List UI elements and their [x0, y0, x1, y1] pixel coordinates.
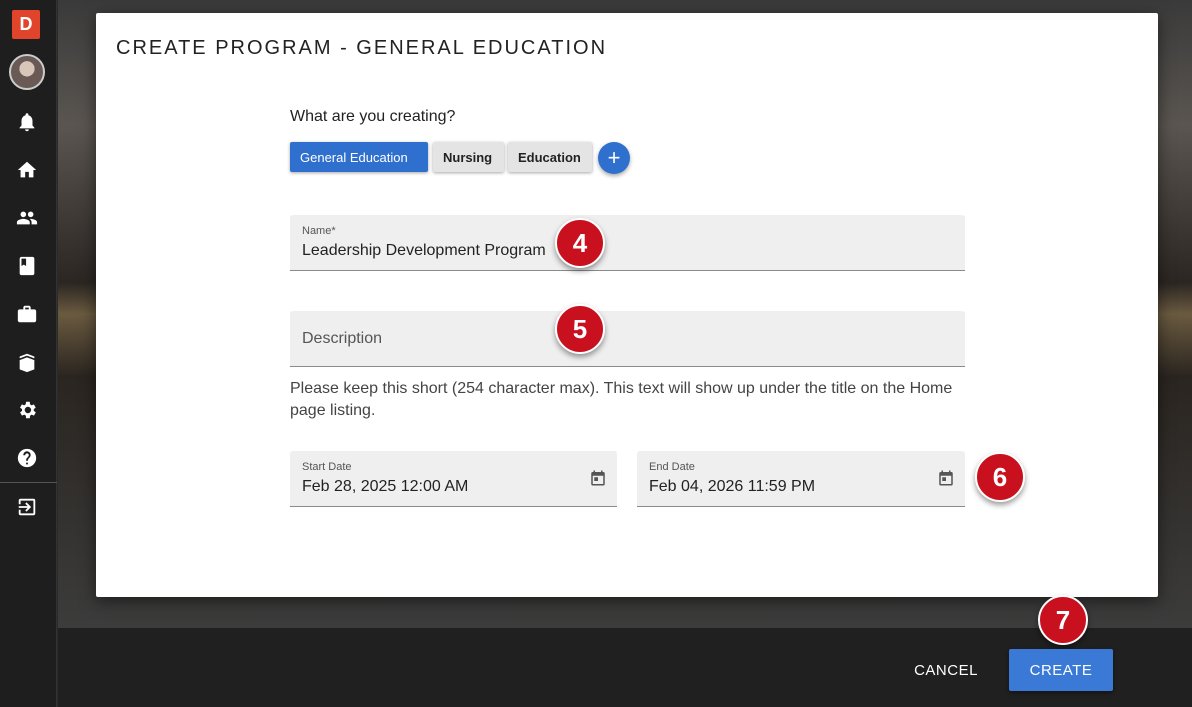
- dialog-title: CREATE PROGRAM - GENERAL EDUCATION: [116, 37, 608, 59]
- type-question: What are you creating?: [290, 108, 456, 125]
- book-icon[interactable]: [15, 254, 39, 278]
- callout-badge: 6: [975, 452, 1025, 502]
- description-field[interactable]: Description: [290, 311, 965, 367]
- start-date-label: Start Date: [302, 461, 352, 473]
- library-icon[interactable]: [15, 350, 39, 374]
- callout-badge: 5: [555, 304, 605, 354]
- user-avatar[interactable]: [9, 54, 45, 90]
- type-chip-general-education[interactable]: General Education: [290, 142, 428, 172]
- name-label: Name*: [302, 225, 336, 237]
- type-chip-education[interactable]: Education: [508, 142, 592, 172]
- callout-badge: 4: [555, 218, 605, 268]
- description-placeholder: Description: [302, 330, 383, 347]
- end-date-value: Feb 04, 2026 11:59 PM: [649, 478, 816, 495]
- calendar-icon[interactable]: [937, 469, 955, 487]
- cancel-button[interactable]: CANCEL: [903, 650, 989, 690]
- settings-icon[interactable]: [15, 398, 39, 422]
- name-field[interactable]: Name* Leadership Development Program: [290, 215, 965, 271]
- description-help-text: Please keep this short (254 character ma…: [290, 380, 953, 419]
- create-button[interactable]: CREATE: [1009, 649, 1113, 691]
- callout-badge: 7: [1038, 595, 1088, 645]
- name-value: Leadership Development Program: [302, 242, 546, 259]
- people-icon[interactable]: [15, 206, 39, 230]
- end-date-field[interactable]: End Date Feb 04, 2026 11:59 PM: [637, 451, 965, 507]
- create-program-dialog: CREATE PROGRAM - GENERAL EDUCATION What …: [96, 13, 1158, 597]
- end-date-label: End Date: [649, 461, 695, 473]
- start-date-value: Feb 28, 2025 12:00 AM: [302, 478, 469, 495]
- start-date-field[interactable]: Start Date Feb 28, 2025 12:00 AM: [290, 451, 617, 507]
- bell-icon[interactable]: [15, 110, 39, 134]
- type-chip-nursing[interactable]: Nursing: [433, 142, 504, 172]
- add-type-button[interactable]: +: [598, 142, 630, 174]
- sidebar: D: [0, 0, 57, 707]
- home-icon[interactable]: [15, 158, 39, 182]
- help-icon[interactable]: [15, 446, 39, 470]
- briefcase-icon[interactable]: [15, 302, 39, 326]
- logout-icon[interactable]: [15, 495, 39, 519]
- calendar-icon[interactable]: [589, 469, 607, 487]
- sidebar-divider: [0, 482, 57, 483]
- app-logo[interactable]: D: [12, 10, 40, 39]
